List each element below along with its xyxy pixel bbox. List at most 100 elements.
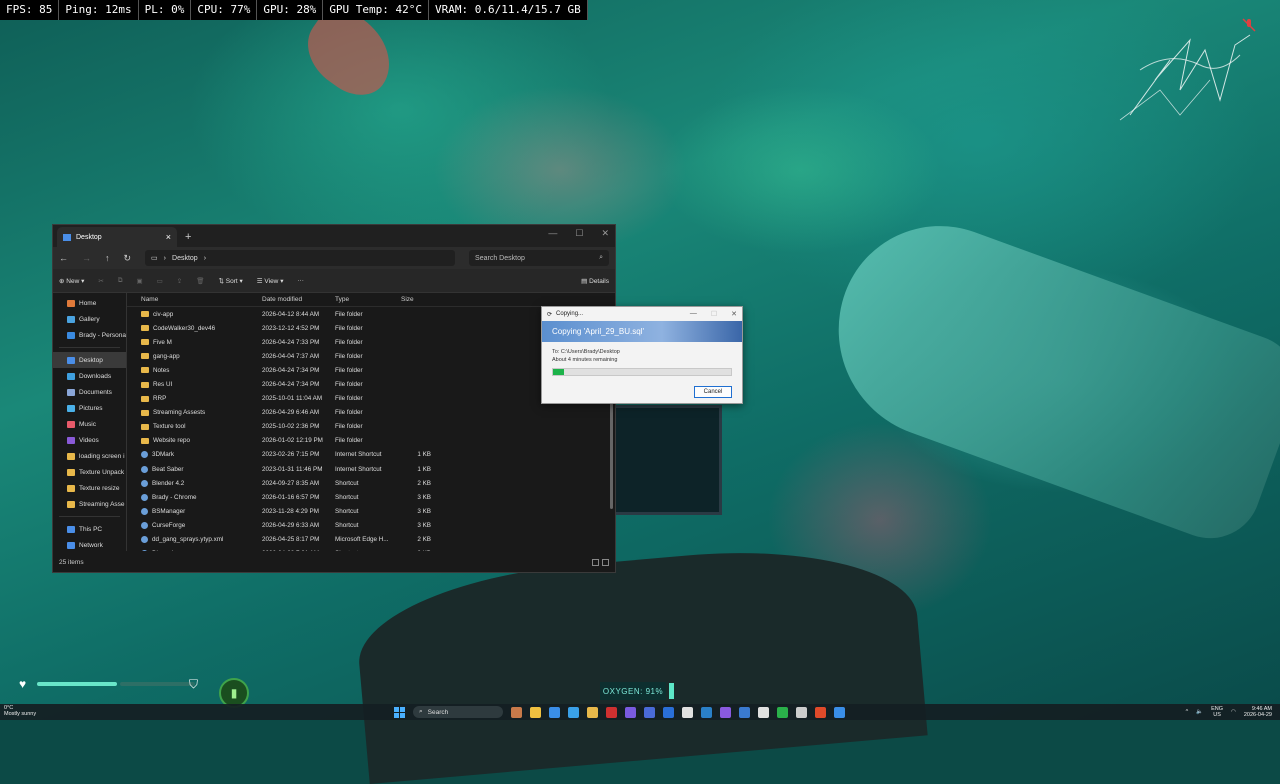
file-row[interactable]: Streaming Assests 2026-04-29 6:46 AM File … <box>127 406 615 420</box>
cut-icon[interactable]: ✂ <box>98 277 103 285</box>
taskbar-app-icon[interactable] <box>511 706 522 718</box>
health-bar <box>37 682 117 686</box>
chevron-up-icon[interactable]: ^ <box>1186 709 1189 715</box>
clock[interactable]: 9:46 AM 2026-04-29 <box>1244 706 1272 718</box>
copy-icon[interactable]: ⧉ <box>118 277 123 285</box>
sidebar-item[interactable]: Texture Unpack <box>53 464 126 480</box>
search-input[interactable]: Search Desktop ⌕ <box>469 250 609 266</box>
sidebar-item[interactable]: Home <box>53 295 126 311</box>
file-type: File folder <box>335 409 363 417</box>
sidebar-item[interactable]: Gallery <box>53 311 126 327</box>
taskbar-app-icon[interactable] <box>701 706 712 718</box>
language-indicator[interactable]: ENG US <box>1211 706 1223 718</box>
file-name: CurseForge <box>152 521 186 529</box>
forward-arrow-icon[interactable]: → <box>82 253 91 263</box>
file-row[interactable]: Texture tool 2025-10-02 2:36 PM File folde… <box>127 420 615 434</box>
sidebar-item-label: This PC <box>79 525 103 533</box>
sidebar-item[interactable]: Streaming Asse <box>53 496 126 512</box>
sidebar-item[interactable]: Downloads <box>53 368 126 384</box>
heart-icon: ♥ <box>19 677 27 691</box>
dialog-minimize-button[interactable]: — <box>690 310 697 318</box>
taskbar-app-icon[interactable] <box>587 706 598 718</box>
more-options-button[interactable]: ··· <box>297 277 304 284</box>
taskbar-app-icon[interactable] <box>568 706 579 718</box>
file-row[interactable]: Beat Saber 2023-01-31 11:46 PM Internet Sh… <box>127 462 615 476</box>
column-name[interactable]: Name <box>127 296 262 303</box>
new-button[interactable]: ⊕ New ▾ <box>59 277 84 285</box>
sidebar-item[interactable]: Documents <box>53 384 126 400</box>
details-view-icon[interactable] <box>592 558 599 566</box>
column-size[interactable]: Size <box>397 296 431 303</box>
share-icon[interactable]: ⇪ <box>177 277 182 285</box>
tiles-view-icon[interactable] <box>602 558 609 566</box>
file-row[interactable]: dd_gang_sprays.ytyp.xml 2026-04-25 8:17 P… <box>127 533 615 547</box>
file-row[interactable]: Blender 4.2 2024-09-27 8:35 AM Shortcut 2 K… <box>127 476 615 490</box>
delete-icon[interactable]: 🗑 <box>196 277 204 285</box>
up-arrow-icon[interactable]: ↑ <box>105 253 110 263</box>
sidebar-item[interactable]: Texture resize <box>53 480 126 496</box>
file-row[interactable]: BSManager 2023-11-28 4:29 PM Shortcut 3 KB <box>127 504 615 518</box>
dialog-close-button[interactable]: ✕ <box>731 310 737 318</box>
dialog-maximize-button[interactable]: ☐ <box>711 310 717 318</box>
column-date[interactable]: Date modified <box>262 296 335 303</box>
file-row[interactable]: Website repo 2026-01-02 12:19 PM File fold… <box>127 434 615 448</box>
minimize-button[interactable]: — <box>548 228 557 239</box>
start-button[interactable] <box>394 706 405 718</box>
file-date: 2025-10-02 2:36 PM <box>262 423 320 431</box>
taskbar-app-icon[interactable] <box>796 706 807 718</box>
sidebar-item[interactable]: Brady - Persona <box>53 327 126 343</box>
back-arrow-icon[interactable]: ← <box>59 253 68 263</box>
view-button[interactable]: ☰ View ▾ <box>257 277 284 285</box>
cancel-button[interactable]: Cancel <box>694 386 732 398</box>
speaker-icon[interactable]: 🔈 <box>1196 709 1203 715</box>
file-name-cell: RRP <box>127 395 262 402</box>
close-tab-icon[interactable]: × <box>166 232 171 242</box>
weather-widget[interactable]: 0°C Mostly sunny <box>4 705 36 717</box>
address-bar[interactable]: ▭ › Desktop › <box>145 250 456 266</box>
taskbar-app-icon[interactable] <box>834 706 845 718</box>
rename-icon[interactable]: ▭ <box>157 277 163 285</box>
taskbar-app-icon[interactable] <box>777 706 788 718</box>
file-row[interactable]: 3DMark 2023-02-26 7:15 PM Internet Shortcu… <box>127 448 615 462</box>
taskbar-app-icon[interactable] <box>549 706 560 718</box>
lang-secondary: US <box>1213 712 1221 718</box>
sidebar-item-label: Texture Unpack <box>79 468 125 476</box>
taskbar-app-icon[interactable] <box>625 706 636 718</box>
close-window-button[interactable]: ✕ <box>601 228 609 239</box>
taskbar-app-icon[interactable] <box>758 706 769 718</box>
taskbar-app-icon[interactable] <box>606 706 617 718</box>
taskbar-app-icon[interactable] <box>720 706 731 718</box>
item-count: 25 items <box>59 558 84 566</box>
sidebar-item[interactable]: Desktop <box>53 352 126 368</box>
new-tab-button[interactable]: + <box>185 231 191 243</box>
refresh-icon[interactable]: ↻ <box>124 253 132 264</box>
details-button[interactable]: ▤ Details <box>581 277 609 285</box>
sidebar-item[interactable]: Music <box>53 416 126 432</box>
sort-button[interactable]: ⇅ Sort ▾ <box>219 277 243 285</box>
sidebar-item[interactable]: Videos <box>53 432 126 448</box>
cpu-readout: CPU: 77% <box>191 0 258 20</box>
taskbar-app-icon[interactable] <box>739 706 750 718</box>
sidebar-item[interactable]: This PC <box>53 521 126 537</box>
column-type[interactable]: Type <box>335 296 397 303</box>
file-name: Res UI <box>153 381 173 389</box>
tab-desktop[interactable]: Desktop × <box>57 227 177 247</box>
taskbar-app-icon[interactable] <box>663 706 674 718</box>
maximize-button[interactable]: ☐ <box>575 228 583 239</box>
taskbar-app-icon[interactable] <box>644 706 655 718</box>
wifi-icon[interactable]: ◠ <box>1231 709 1236 715</box>
file-size: 3 KB <box>417 507 431 515</box>
taskbar-app-icon[interactable] <box>682 706 693 718</box>
file-row[interactable]: CurseForge 2026-04-29 6:33 AM Shortcut 3 KB <box>127 518 615 532</box>
taskbar-app-icon[interactable] <box>815 706 826 718</box>
paste-icon[interactable]: ▣ <box>136 277 142 285</box>
sidebar-item[interactable]: Network <box>53 537 126 551</box>
sidebar-item[interactable]: Pictures <box>53 400 126 416</box>
file-name: CodeWalker30_dev46 <box>153 324 216 332</box>
taskbar-search[interactable]: ⌕ Search <box>413 706 503 718</box>
file-name-cell: Notes <box>127 367 262 374</box>
performance-overlay: FPS: 85 Ping: 12ms PL: 0% CPU: 77% GPU: … <box>0 0 588 20</box>
file-row[interactable]: Brady - Chrome 2026-01-16 6:57 PM Shortcut… <box>127 490 615 504</box>
taskbar-app-icon[interactable] <box>530 706 541 718</box>
sidebar-item[interactable]: loading screen i <box>53 448 126 464</box>
